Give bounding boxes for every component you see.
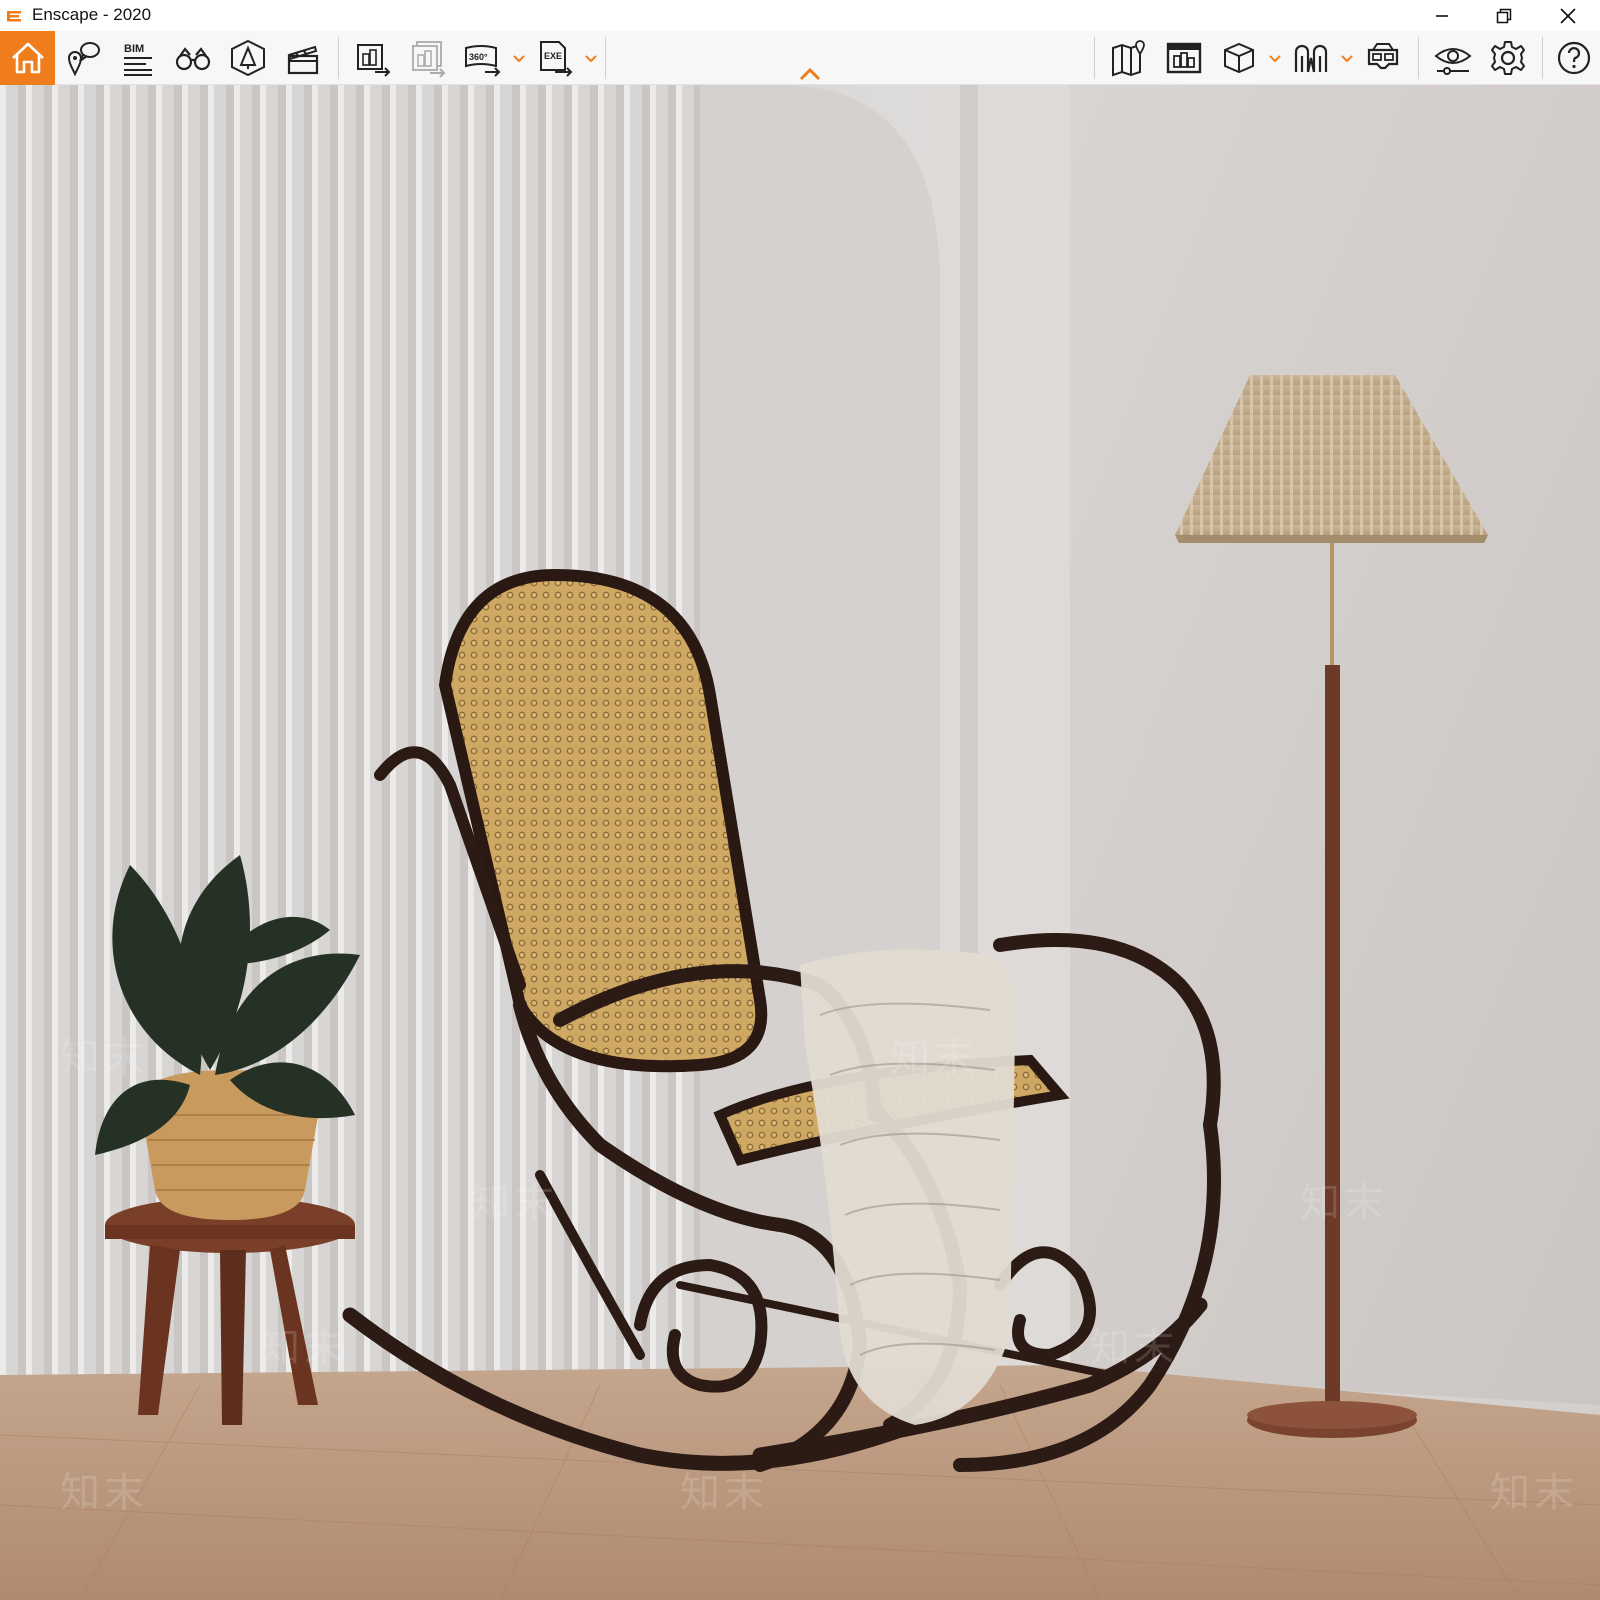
map-icon bbox=[1112, 40, 1145, 77]
toolbar-separator bbox=[1094, 37, 1095, 79]
collapse-toolbar-icon[interactable] bbox=[798, 67, 822, 81]
close-button[interactable] bbox=[1538, 0, 1598, 31]
bim-icon: BIM bbox=[124, 43, 152, 76]
panorama-button[interactable]: 360° bbox=[458, 33, 508, 83]
video-editor-button[interactable] bbox=[278, 33, 328, 83]
screenshot-button[interactable] bbox=[348, 33, 398, 83]
minimize-icon bbox=[1436, 14, 1448, 17]
toolbar-separator bbox=[338, 37, 339, 79]
restore-icon bbox=[1496, 8, 1512, 23]
map-button[interactable] bbox=[1104, 33, 1154, 83]
bim-button[interactable]: BIM bbox=[113, 33, 163, 83]
visual-settings-button[interactable] bbox=[1428, 33, 1478, 83]
standalone-export-icon: EXE bbox=[540, 41, 573, 77]
settings-button[interactable] bbox=[1483, 33, 1533, 83]
views-button[interactable] bbox=[58, 33, 108, 83]
help-icon bbox=[1557, 41, 1591, 75]
binoculars-icon bbox=[175, 47, 211, 71]
visual-settings-icon bbox=[1434, 48, 1472, 75]
navigation-dropdown-chevron-icon[interactable] bbox=[1340, 54, 1354, 64]
title-bar: Enscape - 2020 bbox=[0, 0, 1600, 31]
home-icon bbox=[11, 42, 44, 74]
navigation-icon bbox=[1294, 44, 1328, 73]
enscape-logo-icon bbox=[7, 11, 21, 22]
restore-button[interactable] bbox=[1474, 0, 1534, 31]
panorama-label: 360° bbox=[469, 52, 488, 62]
batch-render-button[interactable] bbox=[403, 33, 453, 83]
main-toolbar: BIM 360° EXE bbox=[0, 31, 1600, 85]
clapperboard-icon bbox=[287, 45, 319, 75]
view-mode-button[interactable] bbox=[1214, 33, 1264, 83]
toolbar-separator bbox=[605, 37, 606, 79]
help-button[interactable] bbox=[1549, 33, 1599, 83]
minimize-button[interactable] bbox=[1412, 0, 1472, 31]
toolbar-separator bbox=[1418, 37, 1419, 79]
home-button[interactable] bbox=[0, 31, 55, 85]
exe-label: EXE bbox=[544, 51, 562, 61]
screenshot-export-icon bbox=[357, 44, 391, 77]
walk-mode-button[interactable] bbox=[168, 33, 218, 83]
export-dropdown-chevron-icon[interactable] bbox=[584, 54, 598, 64]
vr-button[interactable] bbox=[1358, 33, 1408, 83]
asset-library-button[interactable] bbox=[1159, 33, 1209, 83]
standalone-export-button[interactable]: EXE bbox=[530, 33, 580, 83]
panorama-icon: 360° bbox=[465, 45, 501, 77]
render-viewport[interactable]: 知末 知末 知末 知末 知末 知末 知末 知末 知末 bbox=[0, 85, 1600, 1600]
panorama-dropdown-chevron-icon[interactable] bbox=[512, 54, 526, 64]
batch-export-icon bbox=[412, 41, 446, 78]
asset-library-icon bbox=[1166, 42, 1202, 74]
cube-view-icon bbox=[1224, 42, 1254, 74]
atmosphere-button[interactable] bbox=[223, 33, 273, 83]
toolbar-separator bbox=[1542, 37, 1543, 79]
vr-headset-icon bbox=[1367, 43, 1399, 70]
navigation-button[interactable] bbox=[1286, 33, 1336, 83]
window-title: Enscape - 2020 bbox=[32, 5, 152, 24]
close-icon bbox=[1560, 7, 1576, 24]
rendered-scene bbox=[0, 85, 1600, 1600]
view-mode-dropdown-chevron-icon[interactable] bbox=[1268, 54, 1282, 64]
atmosphere-icon bbox=[231, 39, 265, 77]
bim-label: BIM bbox=[124, 43, 144, 55]
settings-gear-icon bbox=[1491, 41, 1525, 75]
location-pin-icon bbox=[67, 42, 100, 77]
